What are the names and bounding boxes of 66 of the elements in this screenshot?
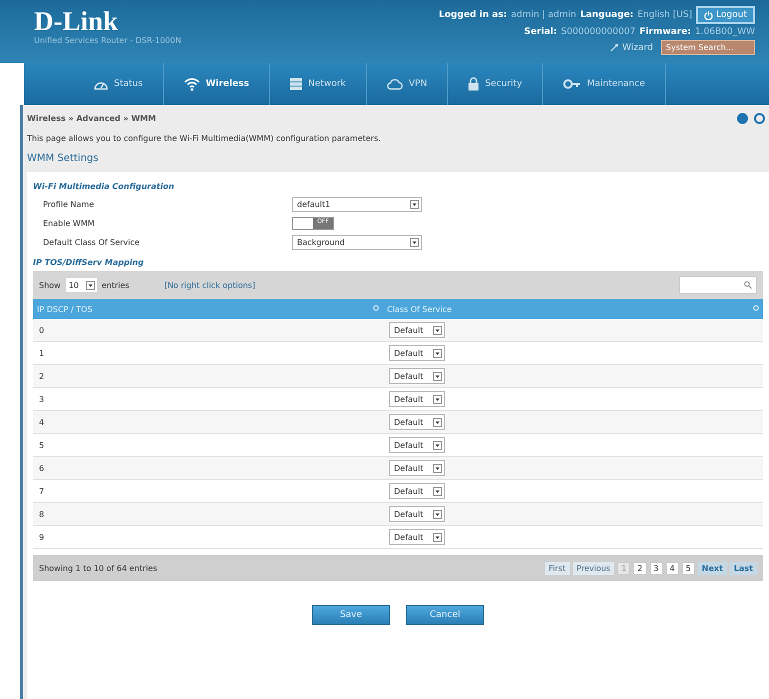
class-select[interactable]: Default xyxy=(389,529,445,545)
pagination-link[interactable]: Last xyxy=(730,562,757,574)
info-icon[interactable] xyxy=(754,113,765,124)
key-icon xyxy=(563,78,582,90)
pagination-link[interactable]: Next xyxy=(698,562,727,574)
class-select[interactable]: Default xyxy=(389,437,445,453)
wand-icon xyxy=(610,43,620,52)
server-icon xyxy=(290,78,302,90)
class-select[interactable]: Default xyxy=(389,368,445,384)
table-cell-text: 8 xyxy=(38,510,46,518)
user-name: admin | admin xyxy=(511,10,576,20)
page-number[interactable]: 4 xyxy=(666,562,679,574)
page-size-select[interactable]: 10 xyxy=(66,278,97,292)
cloud-icon xyxy=(386,78,403,90)
help-icon[interactable] xyxy=(737,113,748,124)
power-icon xyxy=(704,10,714,20)
table-cell-text: 3 xyxy=(38,394,46,404)
language-label: Language: xyxy=(580,10,634,20)
page-number[interactable]: 5 xyxy=(682,562,695,574)
section-title: WMM Settings xyxy=(27,153,100,164)
table-cell-text: 7 xyxy=(38,486,46,496)
serial-label: Serial: xyxy=(524,27,557,37)
logo: D-Link xyxy=(34,6,120,36)
hint-text: [No right click options] xyxy=(164,280,256,290)
sort-icon xyxy=(753,304,759,310)
group-title: Wi-Fi Multimedia Configuration xyxy=(33,182,176,191)
table-cell-text: 1 xyxy=(38,348,46,358)
entries-info: Showing 1 to 10 of 64 entries xyxy=(39,564,158,572)
class-select[interactable]: Default xyxy=(389,345,445,361)
class-select[interactable]: Default xyxy=(389,391,445,407)
page-number[interactable]: 2 xyxy=(633,562,647,574)
select-field[interactable]: default1 xyxy=(292,197,422,212)
class-select[interactable]: Default xyxy=(389,506,445,522)
table-cell-text: 5 xyxy=(38,440,46,450)
table-search-field[interactable] xyxy=(679,276,757,294)
logged-in-label: Logged in as: xyxy=(438,10,508,20)
entries-label: entries xyxy=(102,280,130,290)
table-cell-text: 0 xyxy=(38,326,46,334)
select-field[interactable]: Background xyxy=(292,235,422,250)
page-description: This page allows you to configure the Wi-Fi Multimedia(WMM) configuration parameters. xyxy=(27,134,382,143)
pagination-link: First xyxy=(544,562,570,574)
class-select[interactable]: Default xyxy=(389,483,445,499)
system-search-field[interactable]: System Search... xyxy=(661,40,755,55)
firmware-label: Firmware: xyxy=(639,27,692,37)
product-subtitle: Unified Services Router - DSR-1000N xyxy=(34,36,182,45)
field-label: Default Class Of Service xyxy=(43,238,141,247)
lock-icon xyxy=(468,77,480,91)
sort-icon xyxy=(373,304,379,310)
table-cell-text: 6 xyxy=(38,464,46,472)
class-select[interactable]: Default xyxy=(389,322,445,338)
group-title: IP TOS/DiffServ Mapping xyxy=(33,258,145,267)
class-select[interactable]: Default xyxy=(389,414,445,430)
serial-number: S000000000007 xyxy=(561,27,636,37)
search-icon xyxy=(744,281,752,289)
pagination-link: Previous xyxy=(572,562,614,574)
page-number[interactable]: 3 xyxy=(650,562,663,574)
wifi-icon xyxy=(184,77,200,91)
show-label: Show xyxy=(39,280,61,290)
table-cell-text: 4 xyxy=(38,418,46,426)
breadcrumb: Wireless » Advanced » WMM xyxy=(27,114,156,123)
class-select[interactable]: Default xyxy=(389,460,445,476)
table-cell-text: 9 xyxy=(38,532,46,542)
table-cell-text: 2 xyxy=(38,372,46,380)
field-label: Profile Name xyxy=(43,200,96,209)
firmware-version: 1.06B00_WW xyxy=(695,27,755,37)
field-label: Enable WMM xyxy=(43,219,96,228)
